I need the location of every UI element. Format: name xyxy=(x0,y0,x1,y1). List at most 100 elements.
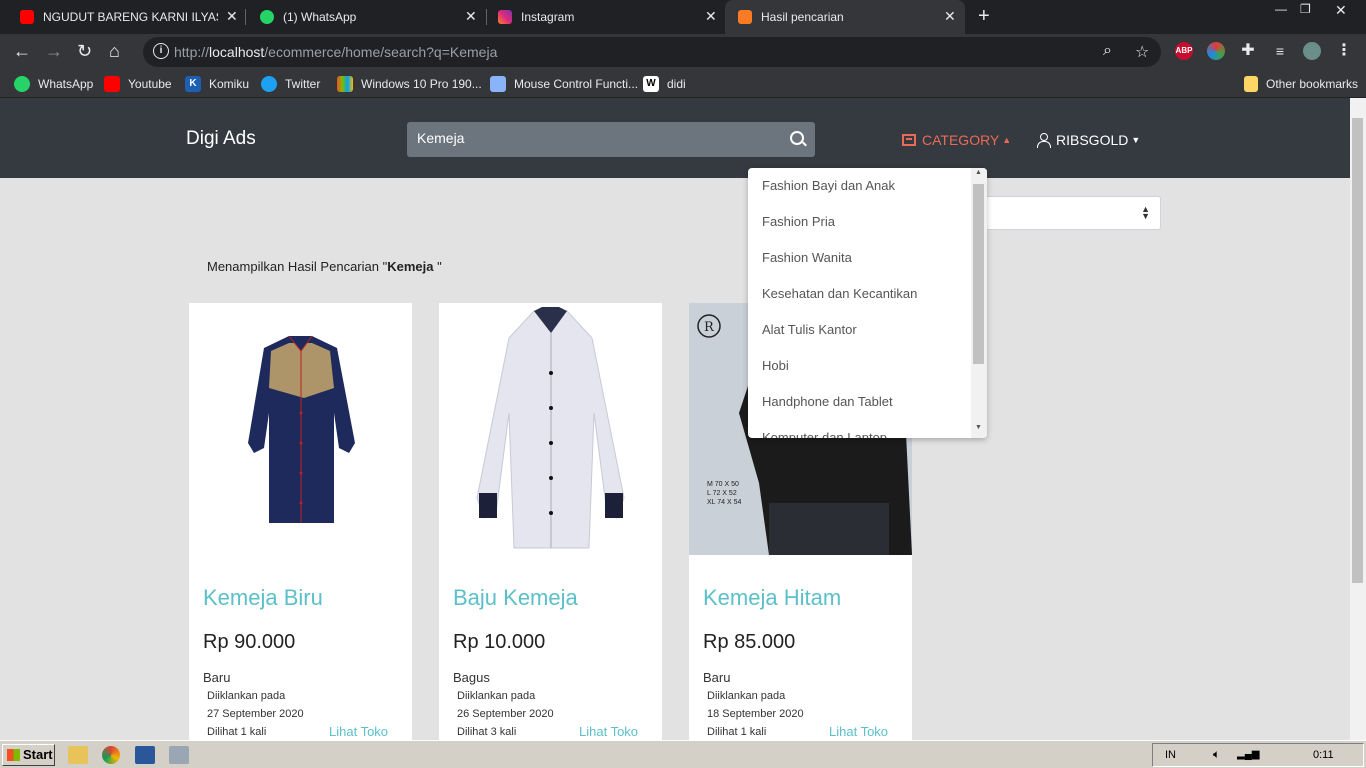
puzzle-icon[interactable]: ✚ xyxy=(1239,42,1257,60)
category-dropdown-toggle[interactable]: CATEGORY ▲ xyxy=(902,132,1011,148)
browser-tab-strip: NGUDUT BARENG KARNI ILYAS☐ ( ✕ (1) Whats… xyxy=(0,0,1366,34)
language-indicator[interactable]: IN xyxy=(1165,749,1176,761)
tab-title: Instagram xyxy=(521,10,575,24)
bookmark-didi[interactable]: Wdidi xyxy=(643,76,686,92)
close-icon[interactable]: ✕ xyxy=(465,8,477,25)
profile-avatar[interactable] xyxy=(1303,42,1321,60)
product-name[interactable]: Kemeja Biru xyxy=(203,585,323,611)
search-bar xyxy=(407,122,815,157)
advertised-label: Diiklankan pada xyxy=(207,690,286,702)
close-icon[interactable]: ✕ xyxy=(705,8,717,25)
word-icon[interactable] xyxy=(135,746,155,764)
dropdown-scroll-thumb[interactable] xyxy=(973,184,984,364)
tab-whatsapp[interactable]: (1) WhatsApp ✕ xyxy=(240,0,485,34)
windows-icon xyxy=(337,76,353,92)
chrome-icon[interactable] xyxy=(102,746,120,764)
category-item[interactable]: Fashion Wanita xyxy=(762,250,852,265)
sort-select[interactable]: ▲ ▼ xyxy=(970,196,1161,230)
product-card[interactable]: Baju Kemeja Rp 10.000 Bagus Diiklankan p… xyxy=(439,303,662,740)
zoom-icon[interactable]: ⌕ xyxy=(1103,42,1112,60)
page-content: Digi Ads CATEGORY ▲ RIBSGOLD ▼ ▲▼ Menamp… xyxy=(0,98,1350,740)
category-item[interactable]: Hobi xyxy=(762,358,789,373)
product-image[interactable] xyxy=(189,303,412,555)
menu-icon[interactable]: ⋮ xyxy=(1335,42,1353,60)
reload-icon[interactable]: ↻ xyxy=(77,42,92,60)
app-icon[interactable] xyxy=(169,746,189,764)
bookmark-windows[interactable]: Windows 10 Pro 190... xyxy=(337,76,482,92)
scroll-down-icon[interactable]: ▼ xyxy=(975,424,982,431)
product-image[interactable] xyxy=(439,303,662,555)
back-icon[interactable]: ← xyxy=(13,42,31,60)
category-item[interactable]: Fashion Bayi dan Anak xyxy=(762,178,895,193)
tab-hasil-pencarian[interactable]: Hasil pencarian ✕ xyxy=(725,0,965,34)
bookmarks-bar: WhatsApp Youtube K Komiku Twitter Windows… xyxy=(0,70,1366,98)
product-price: Rp 10.000 xyxy=(453,631,546,653)
category-item[interactable]: Alat Tulis Kantor xyxy=(762,322,857,337)
volume-icon[interactable]: 🔈︎ xyxy=(1213,747,1220,762)
page-scrollbar[interactable] xyxy=(1350,98,1366,740)
tab-instagram[interactable]: Instagram ✕ xyxy=(478,0,723,34)
system-tray: IN 🔈︎ ▂▄▆ 0:11 xyxy=(1152,743,1364,767)
new-tab-button[interactable]: + xyxy=(978,5,990,28)
page-scroll-thumb[interactable] xyxy=(1352,118,1363,583)
dropdown-scrollbar[interactable]: ▲ ▼ xyxy=(971,168,987,438)
product-card[interactable]: Kemeja Biru Rp 90.000 Baru Diiklankan pa… xyxy=(189,303,412,740)
product-condition: Bagus xyxy=(453,670,490,685)
twitter-icon xyxy=(261,76,277,92)
home-icon[interactable]: ⌂ xyxy=(109,42,120,60)
tab-youtube[interactable]: NGUDUT BARENG KARNI ILYAS☐ ( ✕ xyxy=(0,0,245,34)
network-icon[interactable]: ▂▄▆ xyxy=(1237,749,1259,760)
scroll-up-icon[interactable]: ▲ xyxy=(975,169,982,176)
select-arrows-icon: ▲ ▼ xyxy=(1141,204,1150,221)
url-text[interactable]: http://localhost/ecommerce/home/search?q… xyxy=(174,44,497,60)
brand-logo[interactable]: Digi Ads xyxy=(186,128,256,150)
info-icon[interactable]: i xyxy=(153,43,169,59)
forward-icon[interactable]: → xyxy=(45,42,63,60)
advertised-date: 18 September 2020 xyxy=(707,708,804,720)
minimize-button[interactable]: — xyxy=(1275,2,1287,16)
color-extension-icon[interactable] xyxy=(1207,42,1225,60)
address-bar[interactable]: i http://localhost/ecommerce/home/search… xyxy=(143,37,1161,67)
category-item[interactable]: Handphone dan Tablet xyxy=(762,394,893,409)
other-bookmarks[interactable]: Other bookmarks xyxy=(1244,76,1358,92)
category-item[interactable]: Kesehatan dan Kecantikan xyxy=(762,286,917,301)
size-chart-line: XL 74 X 54 xyxy=(707,499,741,506)
user-menu-toggle[interactable]: RIBSGOLD ▼ xyxy=(1037,132,1140,148)
bookmark-mouse-control[interactable]: Mouse Control Functi... xyxy=(490,76,638,92)
size-chart-line: L 72 X 52 xyxy=(707,490,737,497)
close-icon[interactable]: ✕ xyxy=(944,8,956,25)
close-icon[interactable]: ✕ xyxy=(226,8,238,25)
category-item[interactable]: Fashion Pria xyxy=(762,214,835,229)
view-shop-link[interactable]: Lihat Toko xyxy=(329,724,388,739)
advertised-label: Diiklankan pada xyxy=(457,690,536,702)
youtube-icon xyxy=(104,76,120,92)
bookmark-youtube[interactable]: Youtube xyxy=(104,76,172,92)
category-item[interactable]: Komputer dan Laptop xyxy=(762,430,887,438)
search-input[interactable] xyxy=(417,130,777,146)
product-price: Rp 85.000 xyxy=(703,631,796,653)
bookmark-komiku[interactable]: K Komiku xyxy=(185,76,249,92)
category-label: CATEGORY xyxy=(922,132,1000,148)
advertised-label: Diiklankan pada xyxy=(707,690,786,702)
search-icon[interactable] xyxy=(790,131,804,145)
product-name[interactable]: Kemeja Hitam xyxy=(703,585,841,611)
star-icon[interactable]: ☆ xyxy=(1135,42,1149,62)
media-icon[interactable]: ≡ xyxy=(1271,42,1289,60)
start-button[interactable]: Start xyxy=(2,744,55,766)
tab-title: NGUDUT BARENG KARNI ILYAS☐ ( xyxy=(43,10,218,24)
product-name[interactable]: Baju Kemeja xyxy=(453,585,578,611)
view-shop-link[interactable]: Lihat Toko xyxy=(829,724,888,739)
clock[interactable]: 0:11 xyxy=(1313,749,1334,761)
start-label: Start xyxy=(23,747,53,762)
view-shop-link[interactable]: Lihat Toko xyxy=(579,724,638,739)
explorer-icon[interactable] xyxy=(68,746,88,764)
bookmark-whatsapp[interactable]: WhatsApp xyxy=(14,76,93,92)
whatsapp-icon xyxy=(14,76,30,92)
restore-button[interactable]: ❐ xyxy=(1300,2,1311,16)
close-window-button[interactable]: ✕ xyxy=(1335,2,1347,19)
caret-down-icon: ▼ xyxy=(1131,135,1141,145)
user-icon xyxy=(1037,133,1051,148)
bookmark-twitter[interactable]: Twitter xyxy=(261,76,320,92)
whatsapp-icon xyxy=(260,10,274,24)
adblock-icon[interactable]: ABP xyxy=(1175,42,1193,60)
